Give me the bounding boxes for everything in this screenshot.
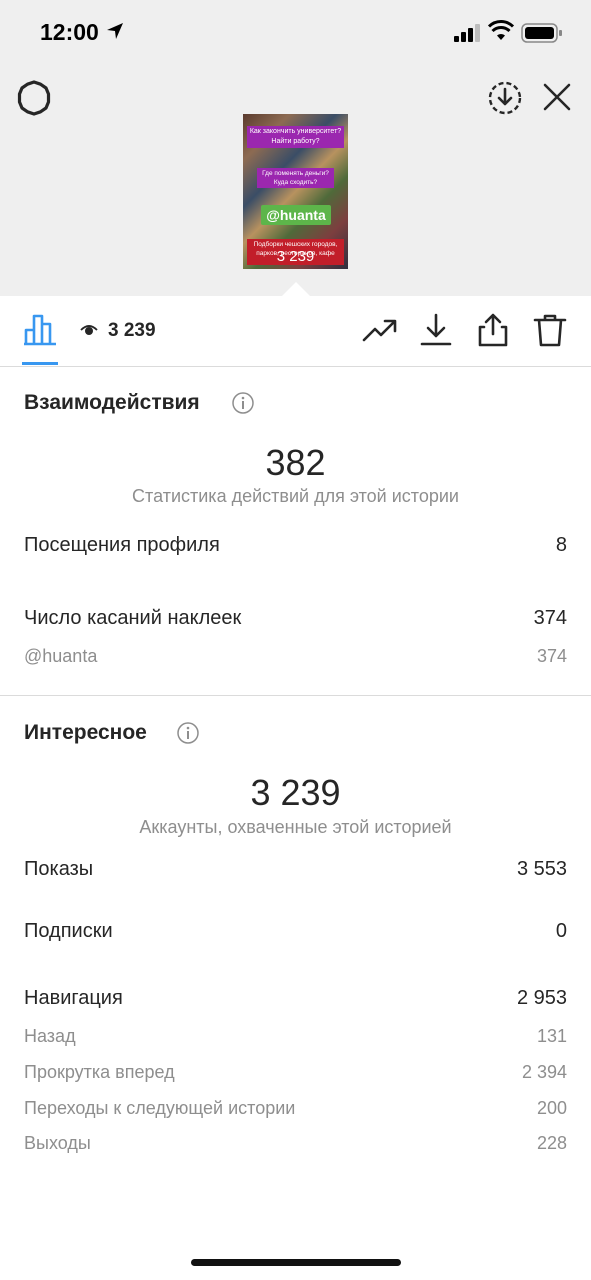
download-circle-icon[interactable] [487,80,523,116]
follows-value: 0 [555,920,567,942]
story-text-2: Где поменять деньги? Куда сходить? [257,168,334,188]
share-icon[interactable] [475,312,511,348]
follows-label: Подписки [24,920,113,942]
info-icon[interactable] [177,722,199,744]
interactions-title: Взаимодействия [24,391,200,414]
signal-icon [454,24,480,42]
sticker-handle-label: @huanta [24,646,98,666]
location-arrow-icon [107,23,123,39]
discovery-title: Интересное [24,721,147,744]
forward-value: 2 394 [521,1062,567,1082]
story-handle-sticker: @huanta [261,205,331,225]
next-story-value: 200 [536,1098,567,1118]
sticker-taps-label: Число касаний наклеек [24,607,242,629]
discovery-total: 3 239 [250,772,341,813]
story-thumbnail[interactable]: Как закончить университет? Найти работу?… [243,114,348,269]
next-story-label: Переходы к следующей истории [24,1098,296,1118]
exits-label: Выходы [24,1133,91,1153]
gear-icon[interactable] [16,80,52,116]
views-count: 3 239 [108,320,156,341]
navigation-value: 2 953 [516,987,567,1009]
insights-toolbar: 3 239 [0,296,591,367]
trending-icon[interactable] [362,312,398,348]
story-preview-header: 12:00 Как закончить университет? Найти р… [0,0,591,296]
battery-icon [521,23,562,43]
story-text-1: Как закончить университет? Найти работу? [247,126,344,148]
profile-visits-label: Посещения профиля [24,534,220,556]
home-indicator[interactable] [191,1259,401,1266]
impressions-value: 3 553 [516,858,567,880]
status-bar: 12:00 [0,0,591,64]
navigation-label: Навигация [24,987,123,1009]
back-label: Назад [24,1026,76,1046]
section-divider [0,695,591,696]
status-time: 12:00 [40,19,99,45]
story-view-count: 3 239 [276,248,315,265]
profile-visits-value: 8 [555,534,567,556]
thumbnail-pointer [282,282,310,296]
bar-chart-icon[interactable] [22,312,58,346]
close-icon[interactable] [542,82,572,112]
trash-icon[interactable] [532,312,568,348]
forward-label: Прокрутка вперед [24,1062,175,1082]
discovery-caption: Аккаунты, охваченные этой историей [139,817,452,837]
sticker-taps-value: 374 [533,607,567,629]
wifi-icon [488,20,514,40]
active-tab-indicator [22,362,58,365]
eye-icon [80,325,98,335]
back-value: 131 [536,1026,567,1046]
sticker-handle-value: 374 [536,646,567,666]
impressions-label: Показы [24,858,94,880]
download-icon[interactable] [418,312,454,348]
info-icon[interactable] [232,392,254,414]
interactions-total: 382 [265,442,326,483]
exits-value: 228 [536,1133,567,1153]
interactions-caption: Статистика действий для этой истории [132,486,459,506]
